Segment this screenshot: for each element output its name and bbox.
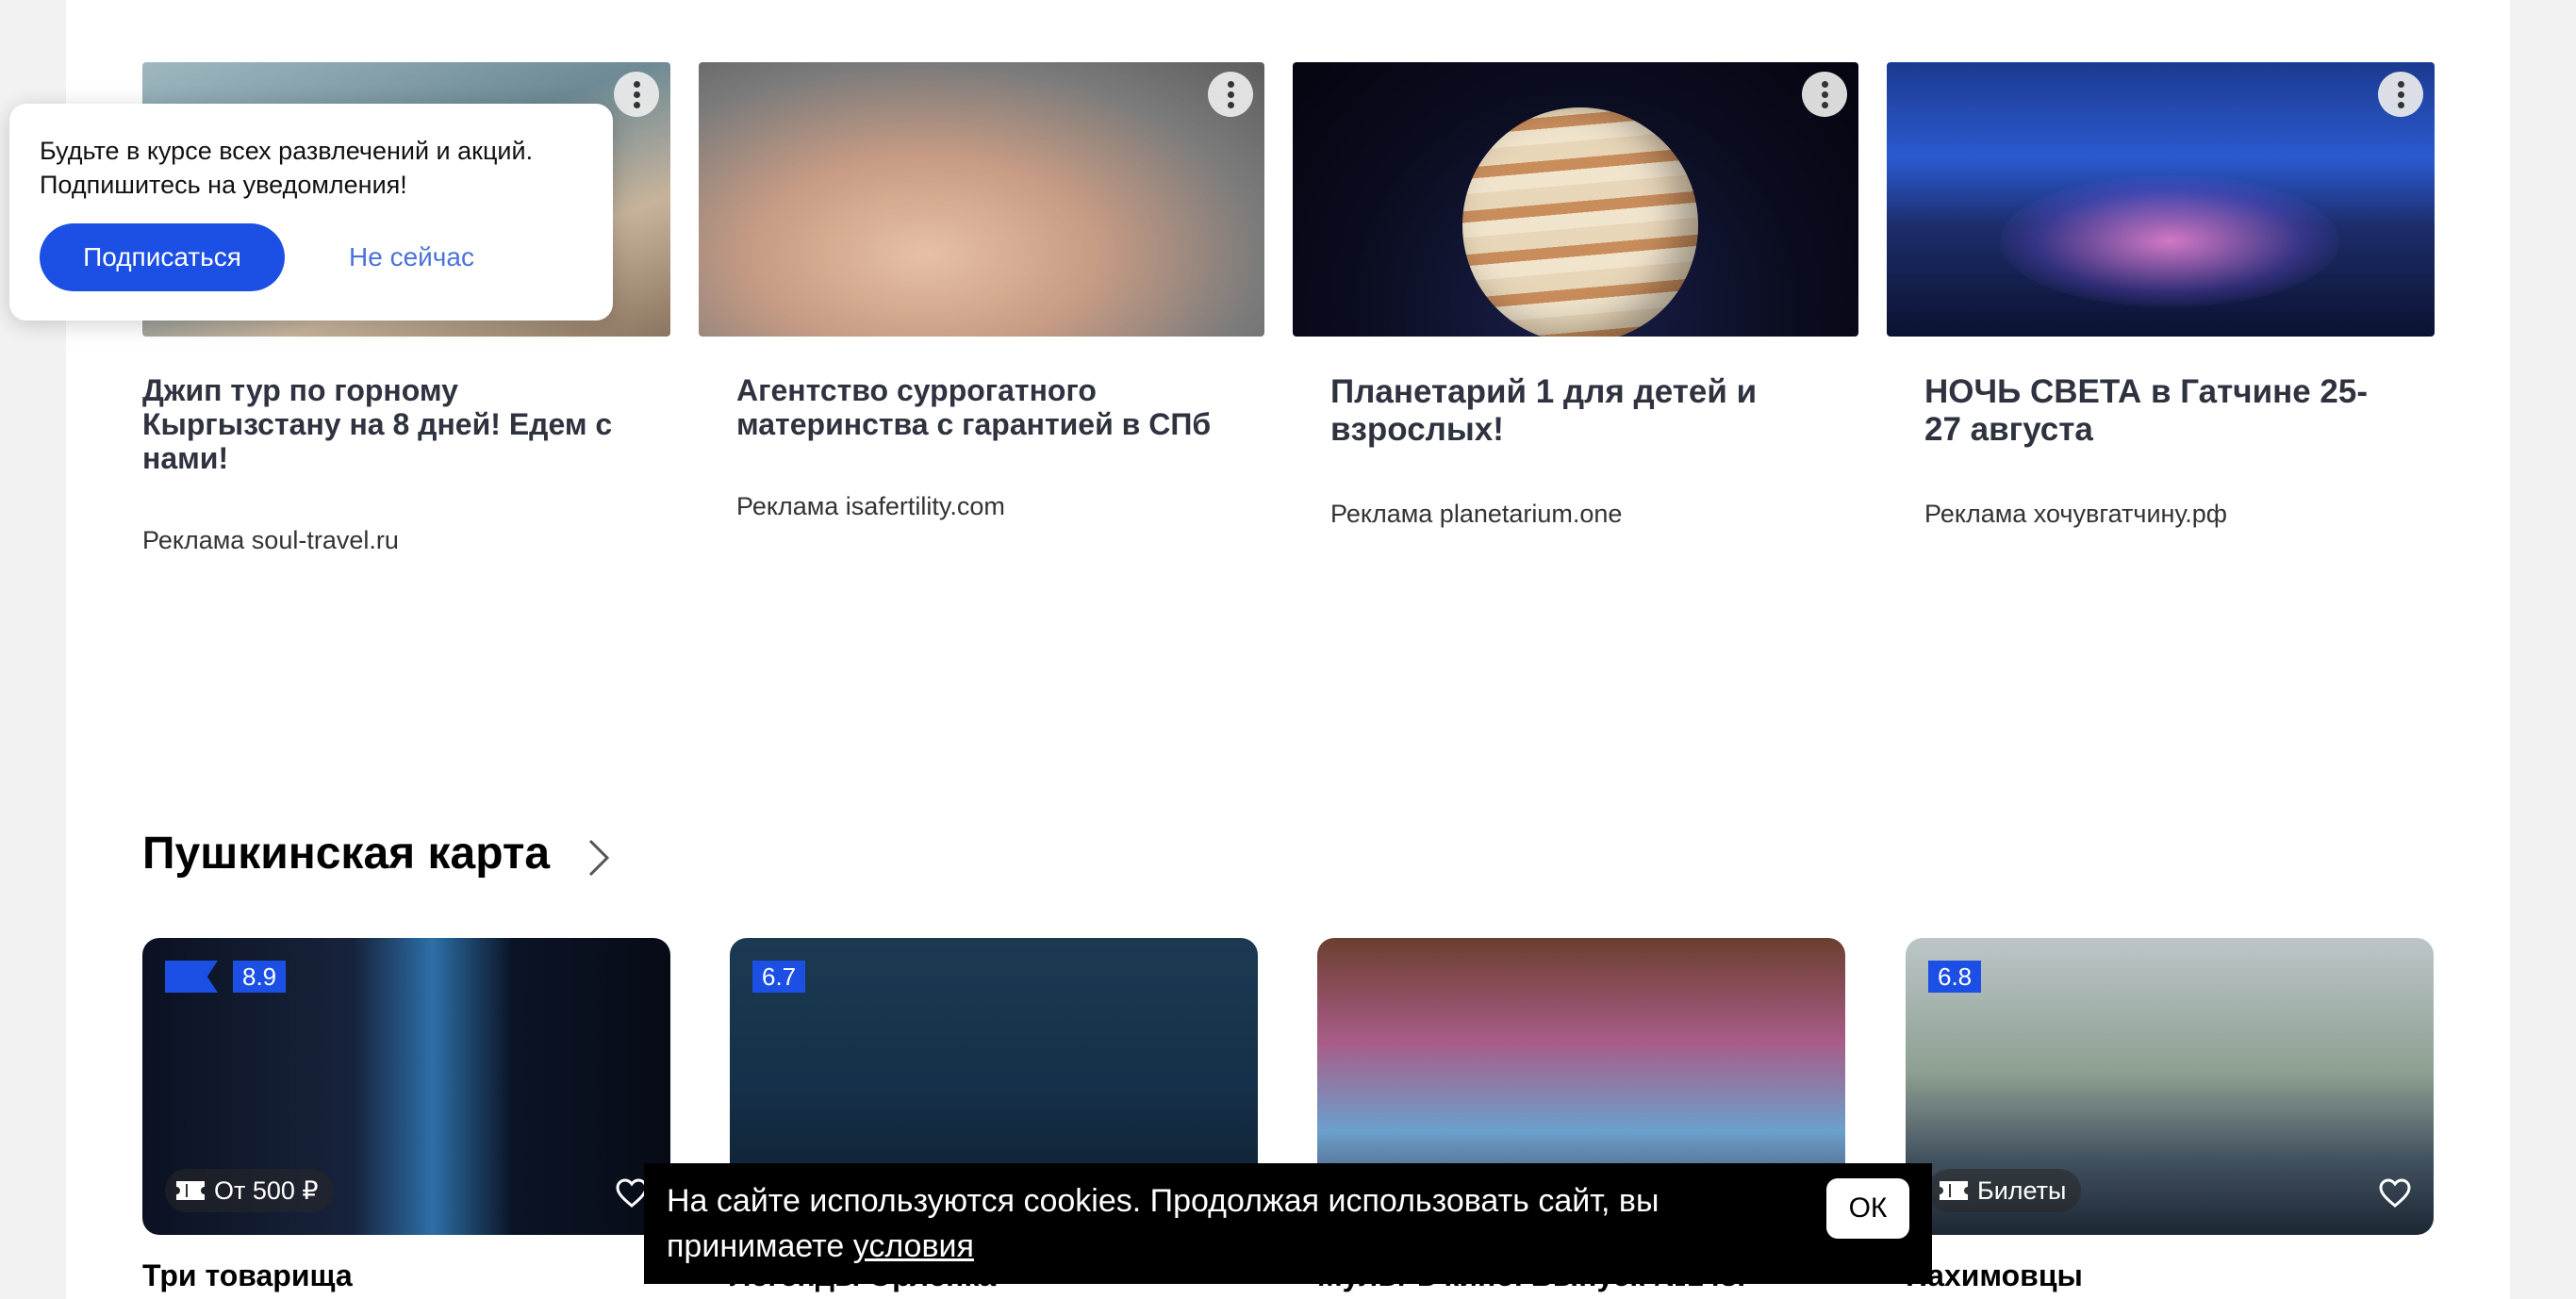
- heart-icon[interactable]: [2379, 1178, 2411, 1209]
- popup-line-1: Будьте в курсе всех развлечений и акций.: [40, 137, 534, 165]
- popup-message: Будьте в курсе всех развлечений и акций.…: [40, 134, 605, 202]
- ad-image[interactable]: [1887, 62, 2435, 337]
- more-options-icon[interactable]: [1208, 72, 1253, 117]
- popup-line-2: Подпишитесь на уведомления!: [40, 171, 407, 199]
- festival-lights: [2000, 175, 2339, 307]
- event-card[interactable]: 8.9 От 500 ₽ Три товарища: [142, 938, 670, 1292]
- cookie-text: На сайте используются cookies. Продолжая…: [667, 1183, 1660, 1264]
- cookie-banner: На сайте используются cookies. Продолжая…: [644, 1163, 1932, 1284]
- event-image[interactable]: 8.9 От 500 ₽: [142, 938, 670, 1235]
- ad-source: Реклама planetarium.one: [1330, 500, 1623, 528]
- price-label: От 500 ₽: [214, 1176, 319, 1205]
- event-title[interactable]: Три товарища: [142, 1258, 353, 1293]
- more-options-icon[interactable]: [2378, 72, 2423, 117]
- more-options-icon[interactable]: [614, 72, 659, 117]
- price-badge[interactable]: От 500 ₽: [165, 1169, 334, 1212]
- not-now-button[interactable]: Не сейчас: [349, 223, 474, 291]
- heart-icon[interactable]: [616, 1178, 648, 1209]
- event-card[interactable]: 6.8 Билеты Нахимовцы: [1906, 938, 2434, 1292]
- rating-badge: 6.8: [1928, 961, 1982, 993]
- rating-badge: 8.9: [233, 961, 287, 993]
- ticket-icon: [176, 1181, 205, 1200]
- rating-badge: 6.7: [752, 961, 806, 993]
- cookie-message: На сайте используются cookies. Продолжая…: [667, 1178, 1732, 1269]
- chevron-right-icon[interactable]: [585, 837, 613, 879]
- ad-image[interactable]: [699, 62, 1264, 337]
- cookie-ok-button[interactable]: ОК: [1826, 1178, 1909, 1239]
- subscribe-button[interactable]: Подписаться: [40, 223, 285, 291]
- terms-link[interactable]: условия: [853, 1228, 974, 1264]
- ad-card[interactable]: Агентство суррогатного материнства с гар…: [699, 62, 1264, 520]
- jupiter-planet: [1462, 107, 1698, 337]
- ad-title[interactable]: НОЧЬ СВЕТА в Гатчине 25-27 августа: [1924, 373, 2397, 449]
- tickets-badge[interactable]: Билеты: [1928, 1169, 2082, 1212]
- ad-source: Реклама isafertility.com: [736, 492, 1005, 520]
- section-title[interactable]: Пушкинская карта: [142, 828, 550, 880]
- ad-title[interactable]: Агентство суррогатного материнства с гар…: [736, 373, 1236, 441]
- ad-source: Реклама хочувгатчину.рф: [1924, 500, 2227, 528]
- subscribe-popup: Будьте в курсе всех развлечений и акций.…: [9, 104, 613, 321]
- ad-card[interactable]: НОЧЬ СВЕТА в Гатчине 25-27 августа Рекла…: [1887, 62, 2435, 528]
- ad-card[interactable]: Планетарий 1 для детей и взрослых! Рекла…: [1293, 62, 1858, 528]
- more-options-icon[interactable]: [1802, 72, 1847, 117]
- ticket-icon: [1940, 1181, 1968, 1200]
- event-title[interactable]: Нахимовцы: [1906, 1258, 2083, 1293]
- tickets-label: Билеты: [1977, 1176, 2067, 1205]
- ad-title[interactable]: Планетарий 1 для детей и взрослых!: [1330, 373, 1774, 449]
- ad-source: Реклама soul-travel.ru: [142, 526, 399, 554]
- ad-image[interactable]: [1293, 62, 1858, 337]
- event-image[interactable]: 6.8 Билеты: [1906, 938, 2434, 1235]
- premiere-flag-icon: [165, 961, 218, 993]
- ad-title[interactable]: Джип тур по горному Кыргызстану на 8 дне…: [142, 373, 614, 475]
